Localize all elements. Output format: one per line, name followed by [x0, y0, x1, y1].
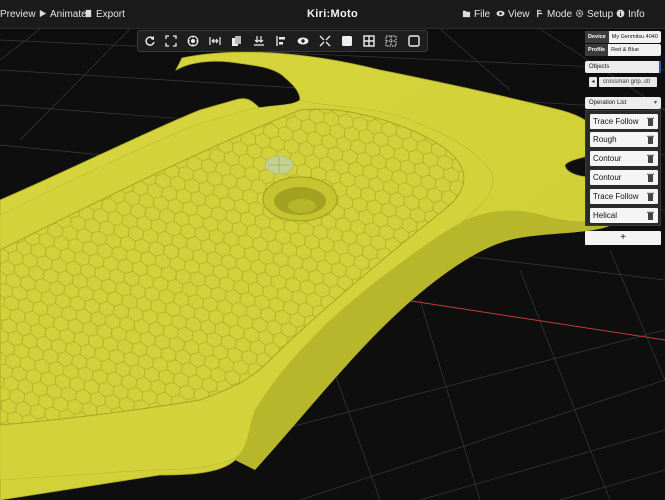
lay-flat-button[interactable]: [249, 32, 269, 50]
trash-icon[interactable]: [647, 192, 654, 201]
gear-icon: [575, 9, 584, 18]
grid-view-icon: [363, 35, 375, 47]
operation-item[interactable]: Contour: [590, 170, 658, 185]
objects-header[interactable]: Objects: [585, 61, 661, 73]
trash-icon[interactable]: [647, 154, 654, 163]
duplicate-button[interactable]: [227, 32, 247, 50]
operation-label: Trace Follow: [593, 192, 639, 201]
x-axis-line: [404, 299, 665, 341]
mirror-icon: [319, 35, 331, 47]
duplicate-icon: [232, 36, 241, 46]
workspace-scene: [0, 29, 665, 500]
select-all-button[interactable]: [183, 32, 203, 50]
objects-title: Objects: [589, 64, 610, 70]
folder-icon: [462, 10, 471, 18]
top-menu-bar: Preview Animate Export Kiri:Moto File Vi…: [0, 0, 665, 29]
mode-menu[interactable]: Mode: [535, 0, 572, 29]
trash-icon[interactable]: [647, 173, 654, 182]
operation-label: Contour: [593, 173, 622, 182]
object-name: crossman grip..stl: [599, 77, 657, 87]
operation-list-header[interactable]: Operation List ▾: [585, 97, 661, 109]
device-value: My Genmitsu 4040: [611, 34, 658, 40]
fit-view-button[interactable]: [161, 32, 181, 50]
object-toggle-icon[interactable]: ◂: [589, 77, 597, 87]
profile-tag: Profile: [585, 44, 609, 56]
file-menu[interactable]: File: [462, 0, 490, 29]
setup-menu[interactable]: Setup: [575, 0, 613, 29]
operation-item[interactable]: Contour: [590, 151, 658, 166]
wire-view-button[interactable]: [381, 32, 401, 50]
info-label: Info: [628, 9, 645, 20]
mode-icon: [537, 9, 543, 18]
operation-label: Helical: [593, 211, 618, 220]
reset-view-icon: [145, 36, 155, 46]
info-menu[interactable]: Info: [616, 0, 645, 29]
profile-value: Red & Blue: [611, 47, 639, 53]
align-button[interactable]: [271, 32, 291, 50]
operation-item[interactable]: Rough: [590, 132, 658, 147]
add-operation-button[interactable]: +: [585, 231, 661, 245]
view-menu[interactable]: View: [496, 0, 530, 29]
profile-selector[interactable]: Profile Red & Blue: [585, 44, 661, 56]
operation-label: Rough: [593, 135, 617, 144]
space-out-button[interactable]: [205, 32, 225, 50]
view-toolbar: [137, 30, 428, 52]
solid-view-icon: [342, 36, 352, 46]
operation-label: Contour: [593, 154, 622, 163]
lay-flat-icon: [254, 36, 264, 46]
object-row[interactable]: ◂ crossman grip..stl: [585, 75, 661, 89]
view-label: View: [508, 9, 530, 20]
operation-list: Trace Follow Rough Contour Contour Trace…: [585, 110, 661, 226]
operation-item[interactable]: Trace Follow: [590, 189, 658, 204]
trash-icon[interactable]: [647, 211, 654, 220]
viewport-3d[interactable]: [0, 29, 665, 500]
origin-marker: [264, 155, 294, 175]
space-out-icon: [209, 37, 221, 45]
trash-icon[interactable]: [647, 117, 654, 126]
info-icon: [616, 9, 625, 18]
fit-view-icon: [165, 35, 177, 47]
chevron-down-icon: ▾: [653, 100, 657, 106]
crossman-grip-model[interactable]: [0, 51, 612, 500]
visibility-button[interactable]: [293, 32, 313, 50]
operation-item[interactable]: Helical: [590, 208, 658, 223]
operation-label: Trace Follow: [593, 117, 639, 126]
eye-icon: [496, 10, 505, 17]
mode-label: Mode: [547, 9, 573, 20]
visibility-icon: [297, 37, 309, 45]
select-all-icon: [187, 35, 199, 47]
solid-view-button[interactable]: [337, 32, 357, 50]
trash-icon[interactable]: [647, 135, 654, 144]
wireframe-button[interactable]: [404, 32, 424, 50]
file-label: File: [474, 9, 491, 20]
wire-view-icon: [385, 35, 397, 47]
objects-accent: [659, 61, 661, 73]
device-tag: Device: [585, 31, 609, 43]
operation-list-title: Operation List: [589, 100, 627, 106]
align-icon: [276, 36, 285, 46]
grid-view-button[interactable]: [359, 32, 379, 50]
wireframe-icon: [408, 35, 420, 47]
reset-view-button[interactable]: [140, 32, 160, 50]
setup-label: Setup: [587, 9, 614, 20]
operation-item[interactable]: Trace Follow: [590, 114, 658, 129]
device-selector[interactable]: Device My Genmitsu 4040: [585, 31, 661, 43]
mirror-button[interactable]: [315, 32, 335, 50]
